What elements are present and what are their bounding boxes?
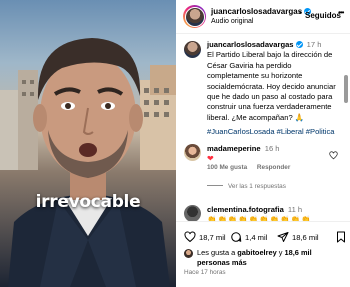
others-count[interactable]: 18,6 mil: [285, 248, 312, 257]
author-avatar[interactable]: [183, 5, 206, 28]
share-button[interactable]: 18,6 mil: [277, 231, 319, 243]
author-username[interactable]: juancarloslosadavargas: [211, 7, 302, 16]
more-options-icon[interactable]: •••: [338, 8, 344, 17]
caption-line: socialdemócrata. Hoy decido anunciar: [207, 81, 336, 91]
shares-count: 18,6 mil: [292, 232, 319, 242]
like-button[interactable]: 18,7 mil: [184, 231, 226, 243]
heart-icon: [184, 231, 196, 243]
caption-username[interactable]: juancarloslosadavargas: [207, 40, 294, 49]
comment-header: clementina.fotografia 11 h: [207, 205, 302, 215]
comments-scrollbar[interactable]: [344, 75, 348, 103]
comments-count: 1,4 mil: [245, 232, 268, 242]
caption-line: completamente su horizonte: [207, 71, 303, 81]
caption-line: que he dado un paso al costado para: [207, 92, 333, 101]
commenter-avatar[interactable]: [184, 144, 201, 161]
reply-button[interactable]: Responder: [257, 164, 290, 171]
caption-line: construir una fuerza verdaderamente: [207, 102, 332, 112]
comment-time: 16 h: [264, 144, 280, 153]
liker-username[interactable]: gabitoelrey: [237, 248, 276, 257]
comment-time: 11 h: [287, 205, 303, 214]
post-header: juancarloslosadavargas Audio original • …: [176, 0, 350, 34]
post-actions: 18,7 mil 1,4 mil 18,6 mil Les gusta a ga…: [176, 221, 350, 287]
bookmark-icon: [337, 231, 345, 243]
likes-summary-text: Les gusta a gabitoelrey y 18,6 mil perso…: [197, 248, 347, 268]
comments-list[interactable]: juancarloslosadavargas 17 h El Partido L…: [176, 35, 350, 221]
comment-username[interactable]: madameperine: [207, 144, 261, 153]
comment-likes[interactable]: 100 Me gusta: [207, 164, 247, 171]
caption-hashtags[interactable]: #JuanCarlosLosada #Liberal #Politica: [207, 127, 335, 137]
likes-middle: y: [276, 248, 285, 257]
comment-icon: [231, 232, 242, 242]
comment-text: ❤: [207, 154, 214, 164]
author-username-row[interactable]: juancarloslosadavargas: [211, 7, 312, 16]
separator-dot: •: [299, 8, 302, 17]
post-sidebar: juancarloslosadavargas Audio original • …: [176, 0, 350, 287]
heart-emoji-icon: ❤: [207, 154, 214, 163]
save-button[interactable]: [335, 231, 347, 243]
likes-count: 18,7 mil: [199, 232, 226, 242]
likes-summary[interactable]: Les gusta a gabitoelrey y 18,6 mil perso…: [184, 248, 347, 268]
caption-line: liberal. ¿Me acompañan? 🙏: [207, 112, 305, 122]
caption-header: juancarloslosadavargas 17 h: [207, 40, 321, 50]
view-replies-label: Ver las 1 respuestas: [228, 183, 286, 190]
comment-meta: 100 Me gusta Responder: [207, 164, 298, 171]
comment-header: madameperine 16 h: [207, 144, 280, 154]
liker-avatar: [184, 249, 193, 258]
audio-link[interactable]: Audio original: [211, 18, 253, 25]
video-subtitle: irrevocable: [35, 192, 141, 212]
send-icon: [277, 232, 289, 242]
caption-time: 17 h: [306, 40, 322, 49]
avatar-image: [184, 6, 205, 27]
commenter-avatar[interactable]: [184, 205, 201, 221]
comment-button[interactable]: 1,4 mil: [230, 231, 267, 243]
likes-suffix[interactable]: personas más: [197, 258, 247, 267]
caption-author-avatar[interactable]: [184, 41, 201, 58]
comment-username[interactable]: clementina.fotografia: [207, 205, 284, 214]
speaker-figure: [8, 38, 170, 287]
view-replies-button[interactable]: Ver las 1 respuestas: [207, 183, 286, 190]
likes-prefix: Les gusta a: [197, 248, 238, 257]
following-button[interactable]: Seguidos: [305, 11, 341, 20]
caption-line: César Gaviria ha perdido: [207, 60, 292, 70]
comment-like-icon[interactable]: [329, 151, 338, 160]
post-timestamp: Hace 17 horas: [184, 269, 226, 276]
reel-video[interactable]: irrevocable: [0, 0, 176, 287]
replies-line: [207, 185, 223, 186]
verified-badge-icon: [295, 41, 303, 48]
caption-line: El Partido Liberal bajo la dirección de: [207, 50, 333, 60]
